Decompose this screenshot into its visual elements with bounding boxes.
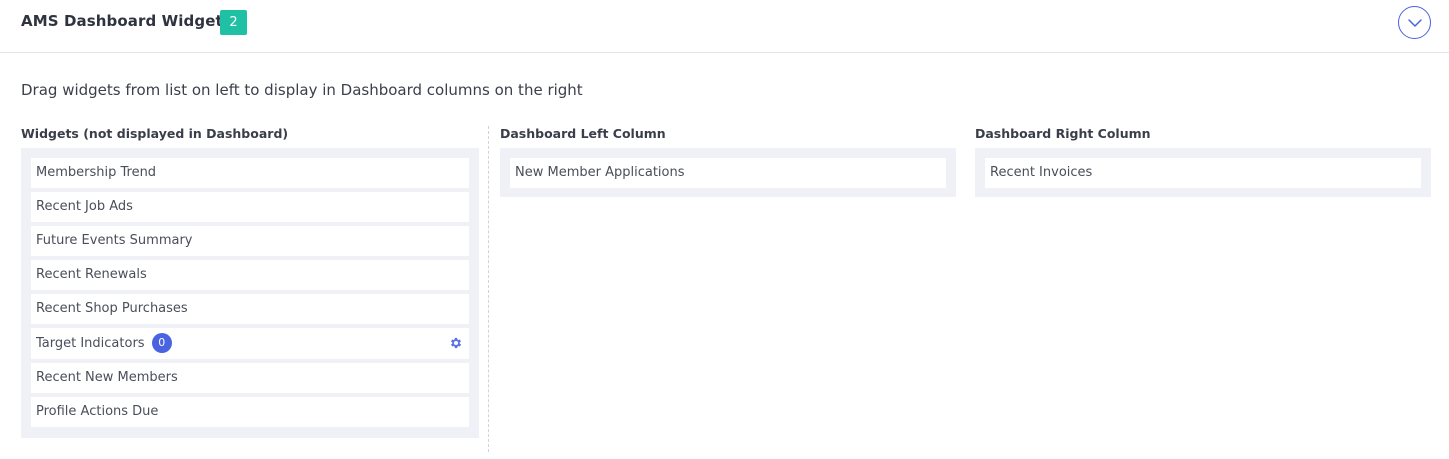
widget-item-profile-actions-due[interactable]: Profile Actions Due [31,397,469,427]
widget-label: Membership Trend [36,165,157,180]
available-widgets-list[interactable]: Membership Trend Recent Job Ads Future E… [21,148,479,438]
chevron-down-icon [1407,18,1422,27]
available-widgets-heading: Widgets (not displayed in Dashboard) [21,126,289,141]
collapse-button[interactable] [1398,6,1431,39]
widget-label: Recent New Members [36,370,178,385]
right-column-heading: Dashboard Right Column [975,126,1151,141]
widget-item-future-events-summary[interactable]: Future Events Summary [31,226,469,256]
panel-title: AMS Dashboard Widgets [21,12,232,30]
widget-label: Profile Actions Due [36,404,159,419]
column-divider [488,126,489,452]
widget-item-new-member-applications[interactable]: New Member Applications [510,158,946,188]
widgets-panel-header: AMS Dashboard Widgets 2 [0,0,1449,53]
widget-label: Recent Shop Purchases [36,301,188,316]
widget-count-badge: 2 [220,10,247,35]
widget-label: Future Events Summary [36,233,193,248]
widget-item-recent-shop-purchases[interactable]: Recent Shop Purchases [31,294,469,324]
widget-item-target-indicators[interactable]: Target Indicators 0 [31,328,469,359]
widget-label: Recent Job Ads [36,199,133,214]
widget-item-membership-trend[interactable]: Membership Trend [31,158,469,188]
left-column-heading: Dashboard Left Column [500,126,666,141]
target-indicators-count-badge: 0 [151,332,172,353]
widget-item-recent-renewals[interactable]: Recent Renewals [31,260,469,290]
widget-label: Recent Renewals [36,267,147,282]
dashboard-left-column[interactable]: New Member Applications [500,148,956,197]
gear-icon[interactable] [449,336,463,350]
widget-item-recent-job-ads[interactable]: Recent Job Ads [31,192,469,222]
widget-label: Target Indicators [36,336,145,351]
instructions-text: Drag widgets from list on left to displa… [21,81,583,99]
widget-item-recent-invoices[interactable]: Recent Invoices [985,158,1421,188]
widget-label: New Member Applications [515,165,685,180]
dashboard-right-column[interactable]: Recent Invoices [975,148,1431,197]
widget-label: Recent Invoices [990,165,1093,180]
widget-item-recent-new-members[interactable]: Recent New Members [31,363,469,393]
